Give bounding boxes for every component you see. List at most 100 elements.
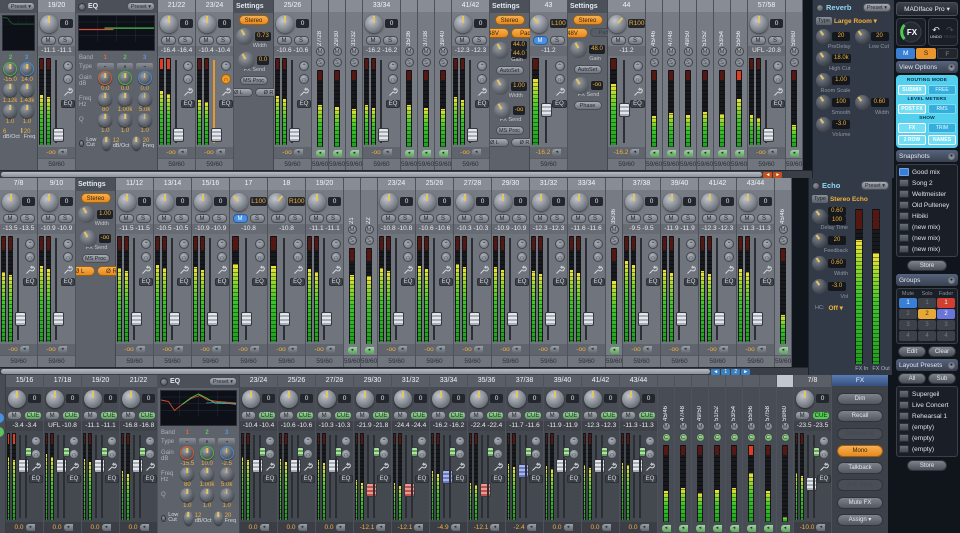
solo-button[interactable]: S: [436, 214, 451, 223]
settings-wrench-icon[interactable]: [303, 462, 313, 472]
arrow-up-button[interactable]: ⌃: [517, 239, 527, 249]
width-knob[interactable]: [855, 95, 870, 110]
pan-knob[interactable]: [242, 390, 260, 408]
mute-button[interactable]: M: [365, 225, 374, 234]
fader-handle[interactable]: [53, 312, 64, 326]
mute-button[interactable]: M: [195, 214, 210, 223]
group-cell[interactable]: 2: [899, 309, 917, 319]
fader-track[interactable]: [279, 236, 290, 342]
phones-button[interactable]: ∩: [183, 74, 193, 84]
feedback-knob[interactable]: [812, 233, 827, 248]
arrow-up-button[interactable]: ⌃: [441, 239, 451, 249]
mute-button[interactable]: M: [533, 36, 548, 45]
output-assign-button[interactable]: ◂: [747, 525, 756, 532]
mono-button[interactable]: Mono: [837, 445, 883, 457]
fader-track[interactable]: [241, 236, 252, 342]
band-2-type-button[interactable]: ∧: [117, 63, 134, 71]
snapshot-select-button[interactable]: [899, 201, 909, 209]
lowcut-slope-knob[interactable]: [184, 511, 193, 525]
arrow-up-button[interactable]: ⌃: [555, 239, 565, 249]
phones-button[interactable]: ∩: [493, 449, 503, 459]
undo-button[interactable]: ↶ UNDO: [929, 19, 943, 45]
fader-track[interactable]: [676, 236, 683, 342]
output-assign-button[interactable]: ◂: [376, 524, 385, 531]
mute-button[interactable]: M: [667, 47, 676, 56]
eq-badge[interactable]: EQ: [177, 278, 192, 286]
pan-knob[interactable]: [470, 390, 488, 408]
fader-track[interactable]: [132, 433, 137, 520]
fader-track[interactable]: [211, 58, 218, 145]
settings-wrench-icon[interactable]: [648, 265, 658, 275]
channel-header[interactable]: 17: [230, 178, 267, 190]
fader-track[interactable]: [139, 433, 142, 520]
eq-badge[interactable]: EQ: [105, 475, 120, 483]
output-assign-button[interactable]: ◂: [512, 346, 521, 353]
view-options-header[interactable]: View Options ●: [896, 61, 958, 73]
eq-badge[interactable]: EQ: [329, 278, 344, 286]
phones-button[interactable]: ∩: [517, 252, 527, 262]
snapshots-header[interactable]: Snapshots ●: [896, 150, 958, 162]
settings-wrench-icon[interactable]: [63, 265, 73, 275]
arrow-up-button[interactable]: ⌃: [724, 239, 734, 249]
output-assign-button[interactable]: ◂: [643, 346, 652, 353]
channel-header[interactable]: [726, 375, 742, 387]
layout-preset-select-button[interactable]: [899, 412, 909, 420]
phones-button[interactable]: ∩: [63, 252, 73, 262]
solo-button[interactable]: S: [316, 58, 325, 67]
solo-button[interactable]: S: [719, 214, 734, 223]
output-assign-button[interactable]: ◂: [316, 150, 325, 157]
mute-button[interactable]: M: [702, 214, 717, 223]
pan-knob[interactable]: [40, 193, 58, 211]
phones-button[interactable]: ∩: [555, 252, 565, 262]
layout-preset-item[interactable]: (empty): [899, 444, 955, 454]
settings-wrench-icon[interactable]: [762, 265, 772, 275]
fader-track[interactable]: [25, 433, 28, 520]
mute-button[interactable]: M: [751, 36, 766, 45]
output-assign-button[interactable]: ◂: [298, 524, 307, 531]
arrow-up-button[interactable]: ⌃: [31, 436, 41, 446]
lowcut-slope-knob[interactable]: [102, 136, 111, 150]
fader-track[interactable]: [583, 236, 590, 342]
fader-handle[interactable]: [619, 103, 630, 117]
phones-button[interactable]: ∩: [773, 74, 783, 84]
solo-button[interactable]: S: [212, 214, 227, 223]
output-assign-button[interactable]: ◂: [58, 346, 67, 353]
group-cell[interactable]: 4: [937, 331, 955, 341]
high-cut-knob[interactable]: [816, 51, 831, 66]
channel-header[interactable]: 25/26: [416, 178, 453, 190]
output-assign-button[interactable]: ◂: [350, 150, 359, 157]
eq-badge[interactable]: EQ: [591, 278, 606, 286]
solo-button[interactable]: S: [174, 214, 189, 223]
eq-badge[interactable]: EQ: [552, 100, 567, 108]
phones-button[interactable]: ∩: [293, 252, 303, 262]
ms-proc-button[interactable]: MS Proc: [496, 126, 524, 135]
fader-track[interactable]: [714, 236, 721, 342]
fader-handle[interactable]: [259, 447, 266, 457]
mute-button[interactable]: M: [713, 422, 722, 431]
output-assign-button[interactable]: ◂: [768, 149, 777, 156]
group-cell[interactable]: 3: [918, 320, 936, 330]
output-assign-button[interactable]: ◂: [288, 346, 297, 353]
phones-button[interactable]: ∩: [477, 74, 487, 84]
fader-track[interactable]: [252, 433, 257, 520]
phones-button[interactable]: ∩: [179, 252, 189, 262]
channel-header[interactable]: 39/40: [661, 178, 698, 190]
groups-edit-button[interactable]: Edit: [898, 346, 926, 357]
fader-track[interactable]: [53, 58, 60, 145]
settings-wrench-icon[interactable]: [455, 462, 465, 472]
settings-wrench-icon[interactable]: [331, 265, 341, 275]
mute-button[interactable]: M: [679, 422, 688, 431]
knob[interactable]: [492, 42, 509, 59]
pan-knob[interactable]: [230, 193, 248, 211]
fader-track[interactable]: [290, 433, 295, 520]
layout-preset-select-button[interactable]: [899, 390, 909, 398]
echo-type-value[interactable]: Stereo Echo: [830, 196, 868, 203]
q-knob-band-3[interactable]: [220, 488, 234, 502]
channel-header[interactable]: 25/26: [278, 375, 315, 387]
mute-button[interactable]: M: [199, 36, 214, 45]
group-cell[interactable]: 1: [937, 298, 955, 308]
cue-button[interactable]: CUE: [812, 411, 831, 420]
arrow-up-button[interactable]: ⌃: [417, 436, 427, 446]
fader-track[interactable]: [449, 433, 452, 520]
fader-handle[interactable]: [541, 103, 552, 117]
